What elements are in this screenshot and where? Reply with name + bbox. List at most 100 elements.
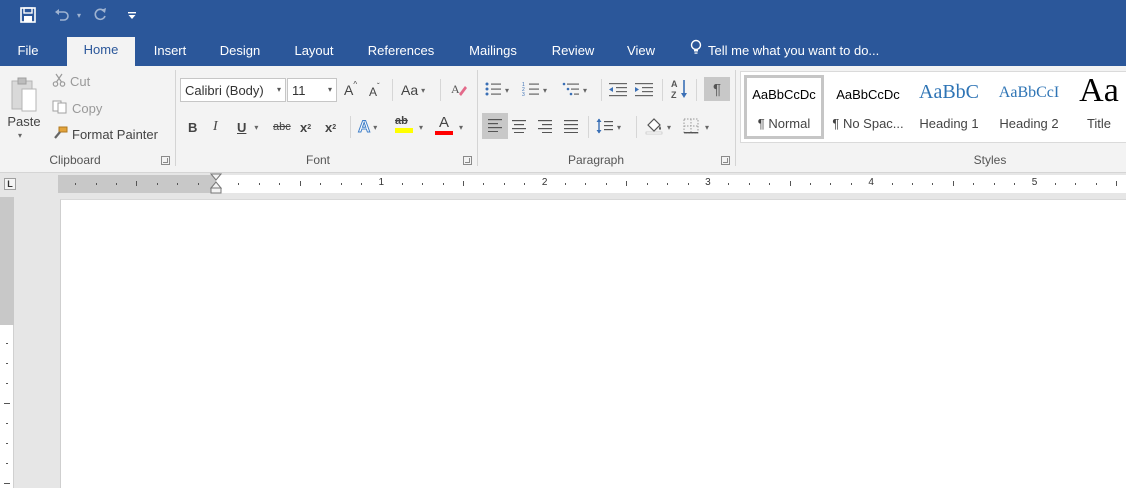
tell-me-box[interactable]: Tell me what you want to do... <box>690 38 879 64</box>
ruler-tick <box>524 183 526 185</box>
show-paragraph-marks-button[interactable]: ¶ <box>704 77 730 101</box>
vertical-ruler-tick <box>6 423 8 424</box>
undo-icon[interactable] <box>50 4 74 26</box>
tab-file[interactable]: File <box>6 38 50 66</box>
numbering-button[interactable]: 123 ▾ <box>522 80 547 100</box>
undo-dropdown-icon[interactable]: ▾ <box>74 4 84 26</box>
grow-font-icon: A <box>344 82 354 98</box>
paste-label[interactable]: Paste <box>6 112 42 130</box>
document-page[interactable] <box>60 199 1126 488</box>
font-color-dropdown-icon[interactable]: ▾ <box>459 121 463 133</box>
paragraph-group-label: Paragraph <box>567 153 625 167</box>
chevron-down-icon: ▾ <box>254 122 259 132</box>
align-left-button[interactable] <box>482 113 508 139</box>
ruler-tick <box>932 183 934 185</box>
cut-button[interactable]: Cut <box>52 72 90 90</box>
ruler-tick <box>422 183 424 185</box>
format-painter-button[interactable]: Format Painter <box>52 125 158 143</box>
font-size-combo[interactable]: 11 ▾ <box>287 78 337 102</box>
tab-mailings[interactable]: Mailings <box>457 38 529 66</box>
ruler-tick <box>605 183 607 185</box>
strikethrough-button[interactable]: abc <box>273 117 291 137</box>
ruler-tick <box>687 183 689 185</box>
font-launcher-icon[interactable] <box>463 156 472 165</box>
clipboard-launcher-icon[interactable] <box>161 156 170 165</box>
save-icon[interactable] <box>16 4 40 26</box>
ruler-tick <box>973 183 975 185</box>
align-left-icon <box>487 118 503 135</box>
shrink-font-icon: A <box>369 85 378 99</box>
clear-formatting-button[interactable]: A <box>450 80 468 100</box>
align-center-button[interactable] <box>511 117 527 137</box>
style-title[interactable]: Aa Title <box>1071 75 1126 139</box>
font-color-button[interactable]: A <box>435 114 453 140</box>
tab-layout[interactable]: Layout <box>284 38 344 66</box>
increase-indent-button[interactable] <box>634 80 654 100</box>
paste-dropdown-icon[interactable]: ▾ <box>18 130 28 140</box>
highlight-button[interactable]: ab <box>395 114 413 140</box>
style-name: Heading 2 <box>999 116 1059 131</box>
sort-button[interactable]: AZ <box>670 78 690 102</box>
line-spacing-button[interactable]: ▾ <box>596 117 621 137</box>
vertical-ruler[interactable] <box>0 197 14 488</box>
style-heading-1[interactable]: AaBbC Heading 1 <box>911 75 987 139</box>
line-spacing-icon <box>596 118 614 137</box>
shading-button[interactable]: ▾ <box>644 116 671 138</box>
text-effects-button[interactable]: A ▾ <box>357 116 377 138</box>
style-heading-2[interactable]: AaBbCcI Heading 2 <box>991 75 1067 139</box>
customize-qat-icon[interactable] <box>124 4 140 26</box>
ruler-tick <box>503 183 505 185</box>
bullets-button[interactable]: ▾ <box>484 80 509 100</box>
style-sample: Aa <box>1079 75 1119 109</box>
underline-button[interactable]: U ▾ <box>237 117 258 137</box>
align-right-button[interactable] <box>537 117 553 137</box>
copy-button[interactable]: Copy <box>52 99 102 117</box>
grow-font-button[interactable]: A ^ <box>344 80 357 100</box>
change-case-button[interactable]: Aa ▾ <box>401 80 425 100</box>
vertical-ruler-top-margin <box>0 197 14 325</box>
ruler-tick <box>360 183 362 185</box>
vertical-ruler-tick <box>4 483 10 484</box>
style-name: ¶ No Spac... <box>832 116 904 131</box>
multilevel-list-button[interactable]: ▾ <box>562 80 587 100</box>
font-name-combo[interactable]: Calibri (Body) ▾ <box>180 78 286 102</box>
redo-icon[interactable] <box>88 4 112 26</box>
tab-review[interactable]: Review <box>542 38 604 66</box>
vertical-ruler-tick <box>6 383 8 384</box>
style-normal[interactable]: AaBbCcDc ¶ Normal <box>744 75 824 139</box>
paragraph-launcher-icon[interactable] <box>721 156 730 165</box>
ruler-tick <box>912 183 913 185</box>
style-sample: AaBbC <box>919 81 979 103</box>
numbering-icon: 123 <box>522 81 540 100</box>
copy-label: Copy <box>72 100 103 116</box>
font-group-label: Font <box>305 153 330 167</box>
chevron-down-icon: ▾ <box>583 85 588 95</box>
decrease-indent-button[interactable] <box>608 80 628 100</box>
bold-button[interactable]: B <box>188 117 197 137</box>
justify-button[interactable] <box>563 117 579 137</box>
shrink-font-button[interactable]: Aˇ <box>369 82 380 102</box>
superscript-mark: 2 <box>332 123 337 131</box>
borders-button[interactable]: ▾ <box>683 117 709 137</box>
first-line-indent-marker[interactable] <box>209 173 223 198</box>
tab-references[interactable]: References <box>359 38 443 66</box>
pilcrow-icon: ¶ <box>712 80 722 98</box>
tab-design[interactable]: Design <box>211 38 269 66</box>
tab-view[interactable]: View <box>617 38 665 66</box>
tab-selector[interactable]: L <box>4 178 16 190</box>
ruler-tick <box>156 183 158 185</box>
ruler-tick <box>891 183 893 185</box>
subscript-button[interactable]: x2 <box>300 117 311 137</box>
highlight-dropdown-icon[interactable]: ▾ <box>419 121 423 133</box>
ribbon: Paste ▾ Cut Copy Format Painter Clipboar… <box>0 66 1126 173</box>
tab-insert[interactable]: Insert <box>144 38 196 66</box>
chevron-down-icon: ▾ <box>505 85 510 95</box>
group-divider <box>175 70 176 166</box>
italic-button[interactable]: I <box>213 117 218 137</box>
superscript-button[interactable]: x2 <box>325 117 336 137</box>
horizontal-ruler[interactable]: 1 2 3 4 5 <box>58 173 1126 194</box>
ruler-tick <box>667 183 669 185</box>
ruler-tick <box>340 183 342 185</box>
style-no-spacing[interactable]: AaBbCcDc ¶ No Spac... <box>827 75 909 139</box>
tab-home[interactable]: Home <box>67 37 135 67</box>
